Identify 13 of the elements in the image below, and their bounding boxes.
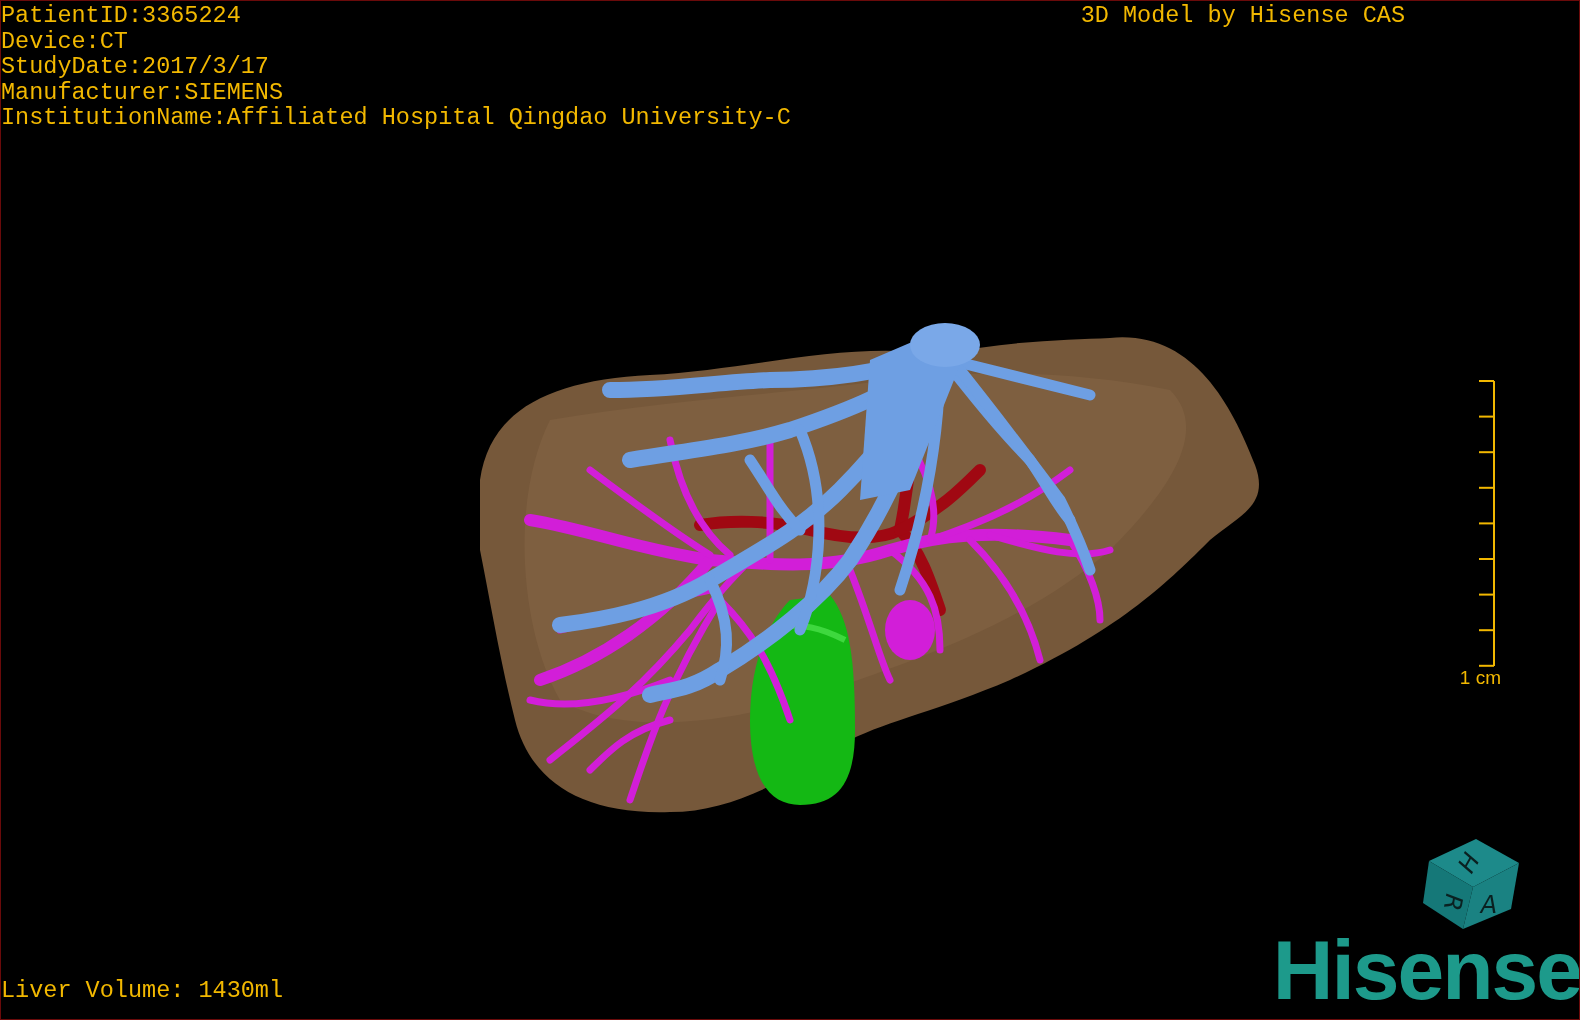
scale-label: 1 cm	[1459, 667, 1501, 690]
orientation-cube[interactable]: H R A	[1421, 831, 1521, 931]
info-text: PatientID:3365224	[1, 3, 242, 29]
info-text: Device:CT	[1, 28, 129, 54]
info-text: Manufacturer:SIEMENS	[1, 79, 285, 105]
info-text: InstitutionName:Affiliated Hospital Qingdao University-C	[1, 105, 791, 131]
cube-face-label: H	[1452, 848, 1486, 878]
cube-face-label: R	[1437, 891, 1469, 914]
viewer-title: 3D Model by Hisense CAS	[1080, 3, 1405, 29]
info-text: StudyDate:2017/3/17	[1, 54, 270, 80]
cube-face-label: A	[1480, 891, 1498, 919]
brand-logo: Hisense	[1272, 931, 1579, 1009]
liver-volume-text: Liver Volume: 1430ml	[1, 977, 284, 1003]
